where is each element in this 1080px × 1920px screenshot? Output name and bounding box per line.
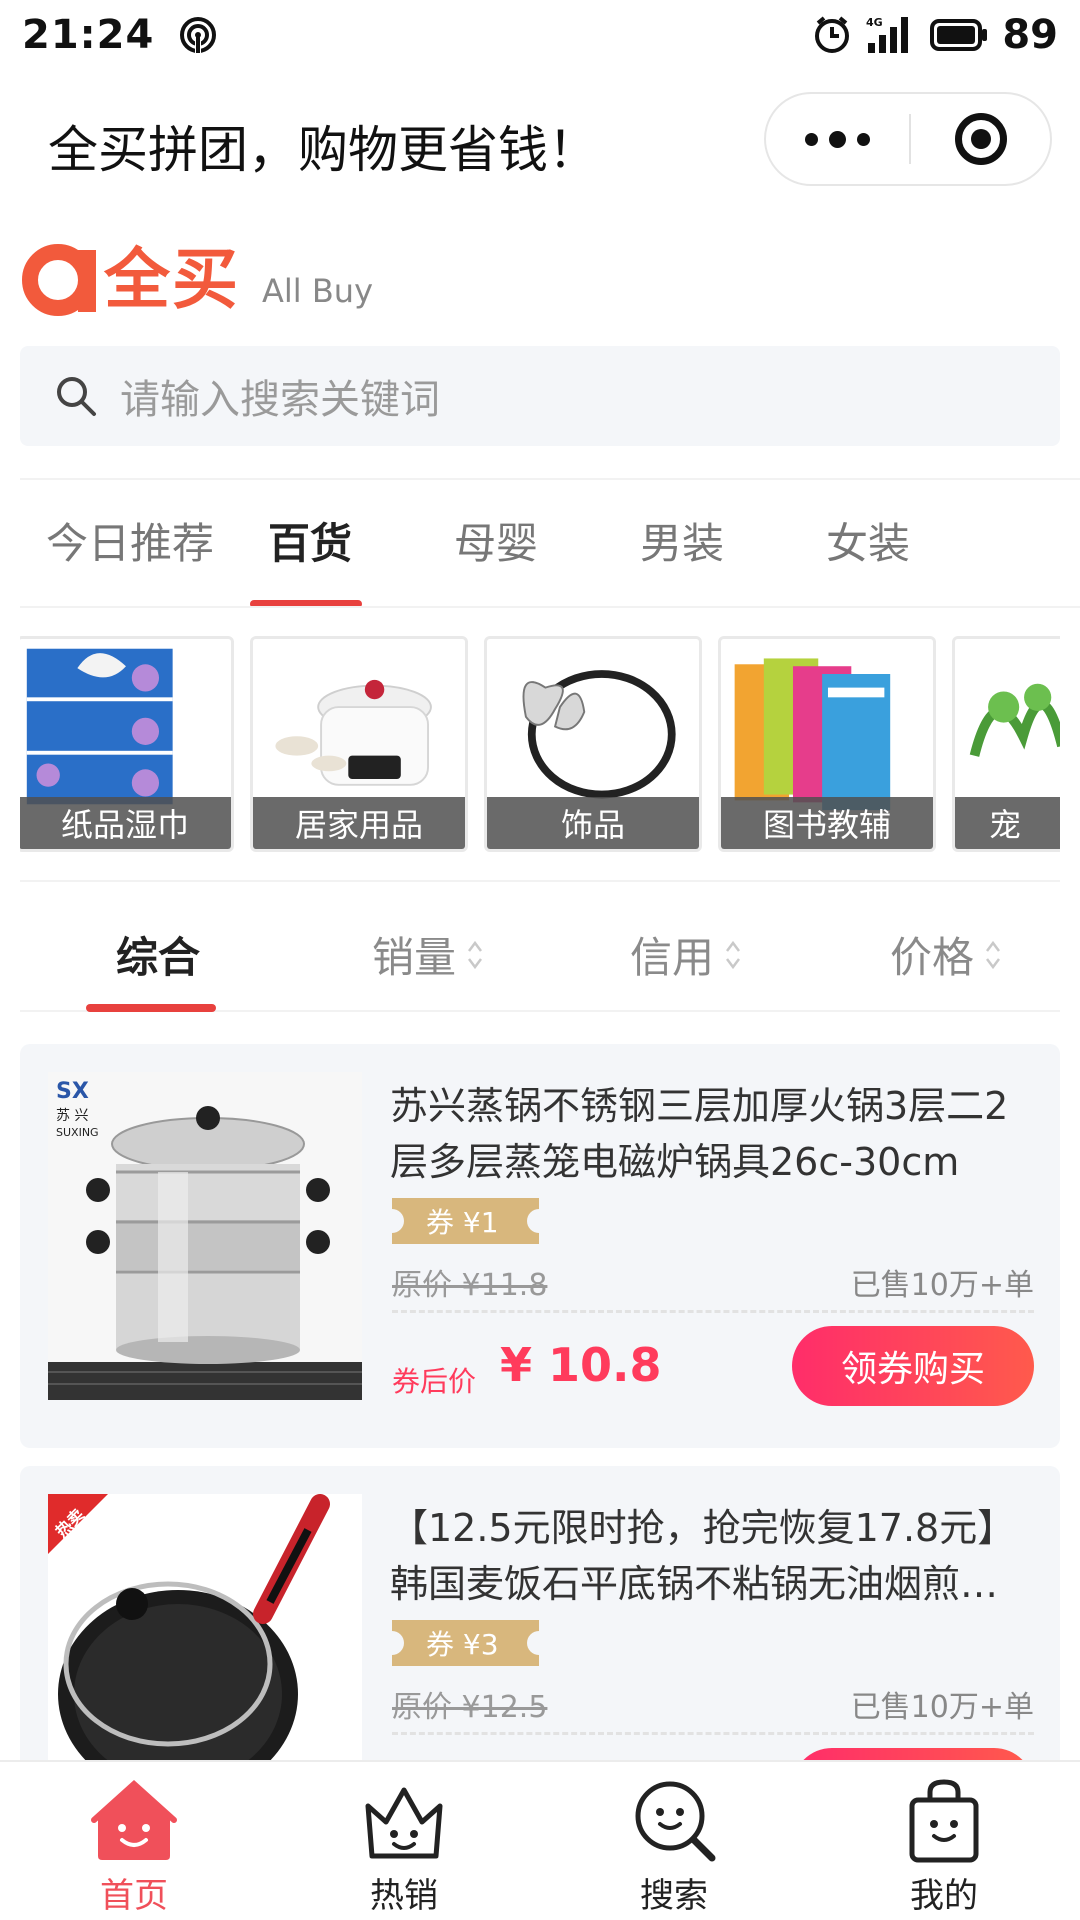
subcategory-label: 纸品湿巾 bbox=[20, 797, 231, 849]
hotspot-icon bbox=[180, 17, 217, 53]
subcategory-label: 饰品 bbox=[487, 797, 699, 849]
active-tab-indicator bbox=[250, 600, 362, 606]
steamer-pot-image: SX 苏 兴 SUXING bbox=[48, 1072, 362, 1400]
subcategory-card[interactable]: 纸品湿巾 bbox=[20, 636, 234, 852]
tab-label: 热销 bbox=[370, 1876, 438, 1916]
search-icon bbox=[57, 377, 96, 416]
original-price: 原价 ¥12.5 bbox=[392, 1690, 548, 1725]
tab-label: 搜索 bbox=[640, 1876, 708, 1916]
sort-label: 价格 bbox=[890, 933, 975, 982]
sort-label: 信用 bbox=[630, 933, 715, 982]
tab-general-goods[interactable]: 百货 bbox=[268, 510, 352, 571]
product-title: 【12.5元限时抢，抢完恢复17.8元】韩国麦饭石平底锅不粘锅无油烟煎… bbox=[390, 1506, 1016, 1606]
battery-icon bbox=[930, 19, 988, 51]
svg-text:苏 兴: 苏 兴 bbox=[56, 1108, 88, 1124]
tab-womenswear[interactable]: 女装 bbox=[826, 510, 910, 571]
coupon-badge: 券 ¥1 bbox=[380, 1198, 551, 1244]
original-price: 原价 ¥11.8 bbox=[392, 1268, 548, 1303]
after-coupon-label: 券后价 bbox=[392, 1365, 477, 1398]
claim-coupon-buy-button[interactable]: 领券购买 bbox=[792, 1326, 1034, 1406]
subcategory-card[interactable]: 图书教辅 bbox=[718, 636, 936, 852]
alarm-icon bbox=[815, 16, 850, 53]
sort-bar: 综合 销量 信用 价格 bbox=[20, 880, 1060, 1012]
tab-menswear[interactable]: 男装 bbox=[640, 510, 724, 571]
target-close-icon bbox=[954, 113, 1007, 165]
coupon-badge: 券 ¥3 bbox=[380, 1620, 551, 1666]
svg-text:4G: 4G bbox=[866, 16, 883, 29]
sort-label: 销量 bbox=[372, 933, 457, 982]
search-bar[interactable]: 请输入搜索关键词 bbox=[20, 346, 1060, 446]
tab-mother-baby[interactable]: 母婴 bbox=[454, 510, 538, 571]
mini-program-title-bar: 全买拼团，购物更省钱！ bbox=[0, 70, 1080, 208]
bag-icon bbox=[909, 1779, 979, 1863]
sort-caret-icon bbox=[468, 940, 483, 969]
status-time: 21:24 bbox=[22, 12, 155, 58]
more-dots-icon bbox=[829, 130, 846, 148]
sold-count: 已售10万+单 bbox=[850, 1690, 1034, 1725]
tab-home[interactable]: 首页 bbox=[34, 1776, 234, 1917]
capsule-menu bbox=[764, 92, 1052, 186]
tab-today-recommend[interactable]: 今日推荐 bbox=[46, 510, 214, 571]
sort-label: 综合 bbox=[116, 933, 201, 982]
crown-icon bbox=[365, 1787, 443, 1859]
subcategory-card[interactable]: 饰品 bbox=[484, 636, 702, 852]
more-dots-icon bbox=[805, 132, 818, 146]
sort-price[interactable]: 价格 bbox=[890, 924, 1002, 985]
active-sort-indicator bbox=[86, 1004, 216, 1012]
tab-mine[interactable]: 我的 bbox=[844, 1776, 1044, 1917]
tab-hot-sale[interactable]: 热销 bbox=[304, 1776, 504, 1917]
close-mini-program-button[interactable] bbox=[911, 94, 1050, 184]
sold-count: 已售10万+单 bbox=[850, 1268, 1034, 1303]
svg-text:SUXING: SUXING bbox=[56, 1126, 99, 1139]
tab-search[interactable]: 搜索 bbox=[574, 1776, 774, 1917]
search-input[interactable]: 请输入搜索关键词 bbox=[120, 367, 440, 425]
bottom-tab-bar: 首页 热销 搜索 我的 bbox=[0, 1760, 1080, 1920]
page-title: 全买拼团，购物更省钱！ bbox=[48, 121, 598, 179]
signal-icon: 4G bbox=[866, 16, 909, 53]
status-bar: 21:24 4G 89 bbox=[0, 0, 1080, 70]
logo-name-en: All Buy bbox=[262, 272, 374, 310]
product-title: 苏兴蒸锅不锈钢三层加厚火锅3层二2层多层蒸笼电磁炉锅具26c-30cm bbox=[390, 1084, 1009, 1184]
sort-comprehensive[interactable]: 综合 bbox=[116, 924, 200, 985]
more-dots-icon bbox=[857, 132, 870, 146]
logo-mark-icon bbox=[22, 244, 96, 316]
battery-level: 89 bbox=[1002, 12, 1058, 58]
product-card[interactable]: SX 苏 兴 SUXING 苏兴蒸锅不锈钢三层加厚火锅3层二2层多层蒸笼电磁炉锅… bbox=[20, 1044, 1060, 1448]
subcategory-card[interactable]: 宠 bbox=[952, 636, 1060, 852]
tab-label: 我的 bbox=[910, 1876, 978, 1916]
subcategory-label: 居家用品 bbox=[253, 797, 465, 849]
search-face-icon bbox=[635, 1781, 716, 1862]
product-image: SX 苏 兴 SUXING bbox=[48, 1072, 362, 1400]
subcategory-label: 图书教辅 bbox=[721, 797, 933, 849]
sort-credit[interactable]: 信用 bbox=[630, 924, 742, 985]
logo-name-cn: 全买 bbox=[104, 241, 240, 318]
after-coupon-price: ¥ 10.8 bbox=[500, 1338, 662, 1392]
sort-caret-icon bbox=[726, 940, 741, 969]
more-menu-button[interactable] bbox=[766, 94, 909, 184]
home-icon bbox=[91, 1779, 177, 1860]
tab-label: 首页 bbox=[100, 1876, 168, 1916]
subcategory-card[interactable]: 居家用品 bbox=[250, 636, 468, 852]
svg-text:SX: SX bbox=[56, 1079, 89, 1104]
sort-sales[interactable]: 销量 bbox=[372, 924, 484, 985]
subcategory-carousel: 纸品湿巾 居家用品 饰品 图书教辅 宠 bbox=[20, 636, 1060, 854]
category-tabs: 今日推荐 百货 母婴 男装 女装 bbox=[20, 478, 1080, 608]
brand-logo: 全买 All Buy bbox=[22, 236, 373, 316]
sort-caret-icon bbox=[986, 940, 1001, 969]
divider bbox=[392, 1310, 1034, 1313]
subcategory-label: 宠 bbox=[955, 797, 1060, 849]
divider bbox=[392, 1732, 1034, 1735]
